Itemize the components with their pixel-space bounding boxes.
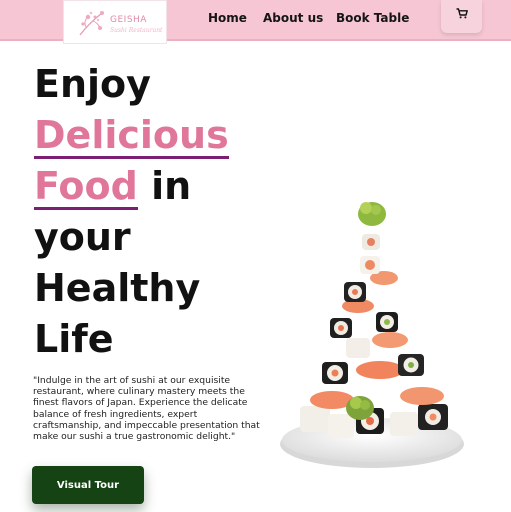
hero-heading: Enjoy Delicious Food in your Healthy Lif…: [34, 59, 294, 365]
hero-word-food: Food: [34, 161, 138, 212]
logo-subtitle: Sushi Restaurant: [110, 27, 163, 34]
header-bar: GEISHA Sushi Restaurant Home About us Bo…: [0, 0, 511, 44]
hero-word-your: your: [34, 215, 131, 259]
nav-book-table[interactable]: Book Table: [336, 11, 409, 25]
sushi-tower-image: [280, 202, 464, 468]
logo[interactable]: GEISHA Sushi Restaurant: [63, 0, 167, 44]
logo-name: GEISHA: [110, 15, 147, 25]
nav-home[interactable]: Home: [208, 11, 247, 25]
hero-word-delicious: Delicious: [34, 110, 229, 161]
nav-about-us[interactable]: About us: [263, 11, 323, 25]
hero-word-life: Life: [34, 317, 114, 361]
hero-description: "Indulge in the art of sushi at our exqu…: [33, 375, 260, 443]
hero-word-in: in: [151, 164, 192, 208]
visual-tour-button[interactable]: Visual Tour: [32, 466, 144, 504]
cherry-blossom-icon: [79, 11, 104, 36]
hero-word-healthy: Healthy: [34, 266, 201, 310]
cart-button[interactable]: [441, 0, 482, 33]
shopping-cart-icon: [456, 8, 468, 19]
hero-word-enjoy: Enjoy: [34, 62, 151, 106]
